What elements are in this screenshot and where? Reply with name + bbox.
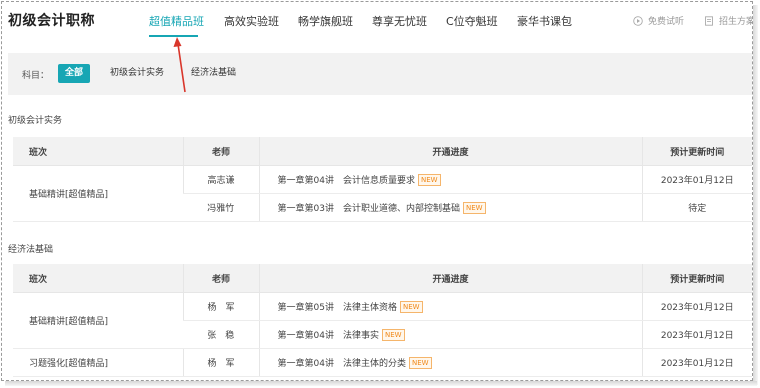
frame-shadow-bottom [5, 381, 757, 386]
enroll-plan-link[interactable]: 招生方案 [704, 14, 753, 27]
update-time-cell: 2023年01月12日 [641, 165, 752, 194]
progress-text[interactable]: 第一章第05讲 法律主体资格 [278, 303, 397, 313]
class-name-cell: 习题强化[超值精品] [13, 348, 183, 377]
progress-text[interactable]: 第一章第04讲 会计信息质量要求 [278, 176, 415, 186]
update-time-cell: 2023年01月12日 [641, 348, 752, 377]
new-badge: NEW [417, 174, 441, 186]
frame-shadow-right [753, 5, 758, 385]
subject-chip-jingjifa[interactable]: 经济法基础 [184, 64, 243, 83]
subject-chip-chuji-kuaiji[interactable]: 初级会计实务 [103, 64, 171, 83]
column-header-teacher: 老师 [182, 264, 259, 293]
teacher-cell: 高志谦 [182, 165, 259, 194]
document-icon [704, 15, 714, 26]
table-row: 基础精讲[超值精品] 高志谦 第一章第04讲 会计信息质量要求 NEW 2023年… [13, 165, 752, 222]
progress-cell[interactable]: 第一章第05讲 法律主体资格 NEW [258, 292, 642, 321]
subject-chip-all[interactable]: 全部 [58, 64, 91, 83]
table-row: 基础精讲[超值精品] 杨 军 第一章第05讲 法律主体资格 NEW 2023年01… [13, 292, 752, 349]
progress-text[interactable]: 第一章第03讲 会计职业道德、内部控制基础 [278, 204, 460, 214]
table-row: 习题强化[超值精品] 杨 军 第一章第04讲 法律主体的分类 NEW 2023年0… [13, 348, 752, 377]
tab-cwei-duokui[interactable]: C位夺魁班 [446, 13, 498, 29]
progress-cell[interactable]: 第一章第04讲 法律主体的分类 NEW [258, 348, 642, 377]
class-name-cell: 基础精讲[超值精品] [13, 292, 183, 349]
column-header-update-time: 预计更新时间 [641, 264, 752, 293]
update-time-cell: 待定 [641, 193, 752, 222]
update-time-cell: 2023年01月12日 [641, 292, 752, 321]
progress-text[interactable]: 第一章第04讲 法律事实 [278, 331, 379, 341]
column-header-progress: 开通进度 [258, 137, 642, 166]
free-trial-link[interactable]: 免费试听 [633, 14, 684, 27]
column-header-class: 班次 [13, 137, 183, 166]
app-title: 初级会计职称 [8, 13, 95, 29]
table-header-row: 班次 老师 开通进度 预计更新时间 [13, 264, 752, 293]
section-title-chuji-kuaiji: 初级会计实务 [8, 116, 63, 126]
progress-text[interactable]: 第一章第04讲 法律主体的分类 [278, 359, 406, 369]
play-circle-icon [633, 15, 643, 26]
column-header-class: 班次 [13, 264, 183, 293]
tab-zunxiang-wuyou[interactable]: 尊享无忧班 [372, 13, 427, 29]
progress-table-chuji-kuaiji: 班次 老师 开通进度 预计更新时间 基础精讲[超值精品] 高志谦 第一章第04讲… [13, 137, 752, 222]
tab-haohua-shukebao[interactable]: 豪华书课包 [517, 13, 572, 29]
progress-table-jingjifa: 班次 老师 开通进度 预计更新时间 基础精讲[超值精品] 杨 军 第一章第05讲… [13, 264, 752, 377]
new-badge: NEW [462, 202, 486, 214]
page-frame: 初级会计职称 超值精品班 高效实验班 畅学旗舰班 尊享无忧班 C位夺魁班 豪华书… [1, 1, 753, 381]
column-header-teacher: 老师 [182, 137, 259, 166]
subject-filter-label: 科目： [22, 71, 50, 81]
progress-cell[interactable]: 第一章第04讲 会计信息质量要求 NEW [258, 165, 642, 194]
column-header-update-time: 预计更新时间 [641, 137, 752, 166]
teacher-cell: 杨 军 [182, 348, 259, 377]
section-title-jingjifa: 经济法基础 [8, 245, 54, 255]
enroll-plan-label: 招生方案 [719, 17, 753, 27]
new-badge: NEW [381, 329, 405, 341]
teacher-cell: 杨 军 [182, 292, 259, 321]
subject-filter-bar: 科目： 全部 初级会计实务 经济法基础 [8, 53, 752, 95]
new-badge: NEW [408, 357, 432, 369]
active-tab-indicator [149, 35, 198, 37]
teacher-cell: 张 稳 [183, 320, 259, 349]
new-badge: NEW [399, 301, 423, 313]
update-time-cell: 2023年01月12日 [641, 320, 752, 349]
free-trial-label: 免费试听 [648, 17, 685, 27]
table-header-row: 班次 老师 开通进度 预计更新时间 [13, 137, 752, 166]
tab-changxue-qijian[interactable]: 畅学旗舰班 [298, 13, 353, 29]
top-navigation: 初级会计职称 超值精品班 高效实验班 畅学旗舰班 尊享无忧班 C位夺魁班 豪华书… [2, 2, 753, 40]
progress-cell[interactable]: 第一章第03讲 会计职业道德、内部控制基础 NEW [258, 193, 642, 222]
tab-gaoxiao-shiyan[interactable]: 高效实验班 [224, 13, 279, 29]
class-name-cell: 基础精讲[超值精品] [13, 165, 183, 222]
column-header-progress: 开通进度 [258, 264, 642, 293]
teacher-cell: 冯雅竹 [183, 193, 259, 222]
tab-chaozhi-jingpin[interactable]: 超值精品班 [149, 13, 204, 29]
progress-cell[interactable]: 第一章第04讲 法律事实 NEW [258, 320, 642, 349]
